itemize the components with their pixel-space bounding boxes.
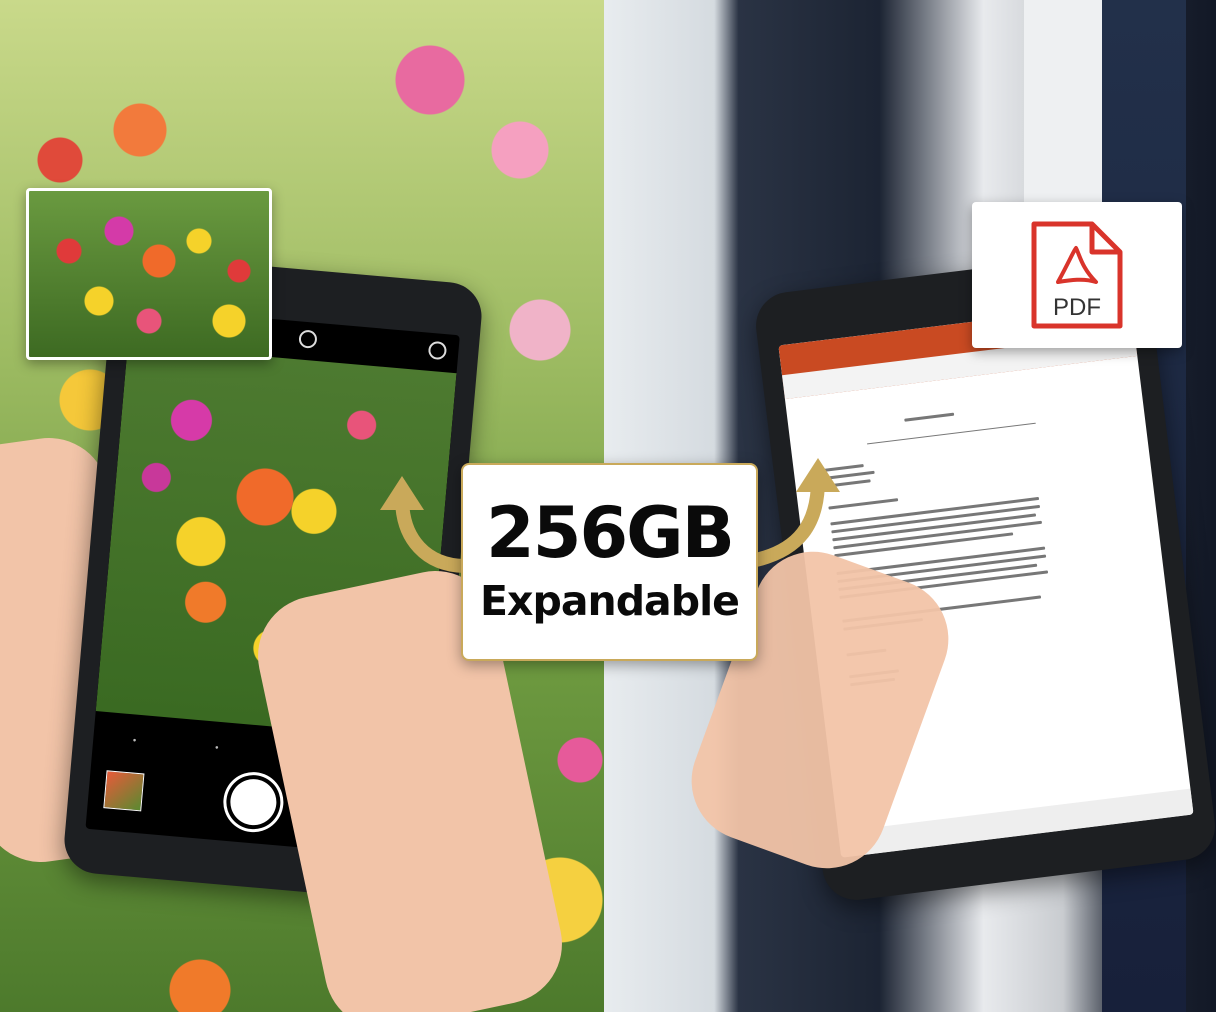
mode-dot: • [131, 736, 138, 747]
arrow-left-icon [380, 476, 471, 573]
gallery-thumbnail[interactable] [103, 770, 145, 812]
doc-title-line [904, 412, 955, 422]
flower-inset-photo [26, 188, 272, 360]
doc-rule [866, 422, 1036, 445]
pdf-label: PDF [1053, 294, 1101, 321]
timer-icon [298, 329, 318, 349]
arrow-right-icon [749, 458, 840, 567]
storage-label: Expandable [480, 577, 740, 625]
filter-icon [427, 340, 448, 361]
storage-badge: 256GB Expandable [461, 463, 758, 661]
pdf-card: PDF [972, 202, 1182, 348]
storage-size: 256GB [486, 492, 735, 574]
mode-dot: • [213, 743, 220, 754]
shutter-button-icon[interactable] [228, 777, 279, 828]
